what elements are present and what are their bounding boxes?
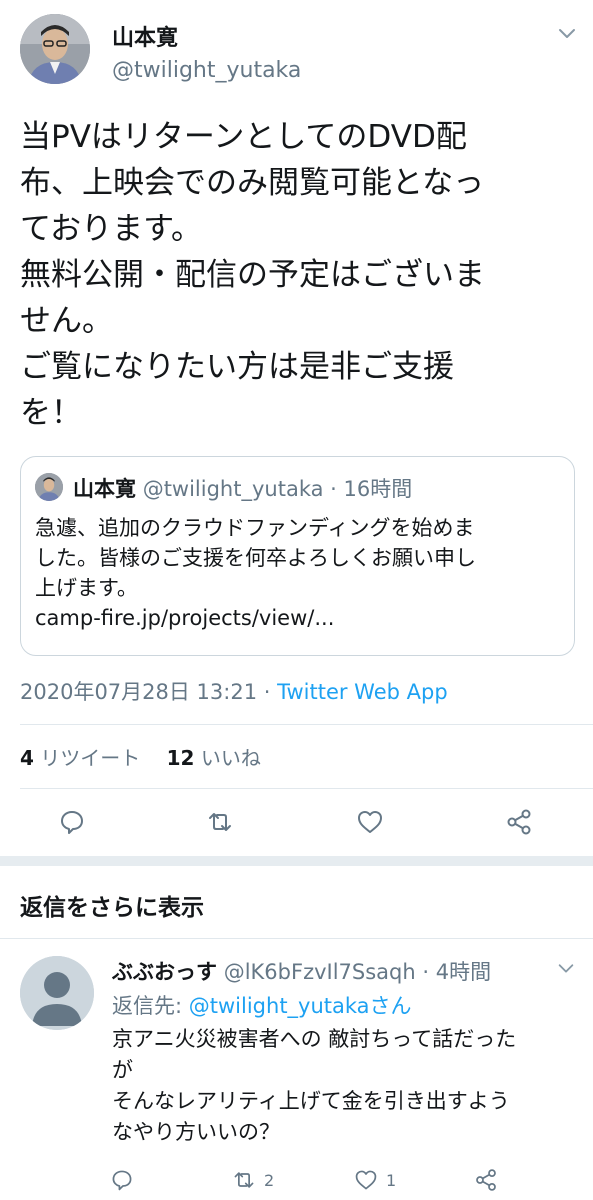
reply-like-count: 1 [386, 1170, 397, 1190]
chevron-down-icon[interactable] [556, 22, 578, 44]
retweet-icon[interactable] [206, 808, 234, 836]
like-label[interactable]: いいね [201, 746, 261, 770]
tweet-text-line: 無料公開・配信の予定はございま [20, 257, 485, 293]
tweet-text-line: ております。 [20, 211, 202, 247]
quoted-text-line: 上げます。 [35, 576, 138, 600]
divider [20, 788, 593, 789]
tweet-text-line: 布、上映会でのみ閲覧可能となっ [20, 165, 485, 201]
reply-text-line: 京アニ火災被害者への 敵討ちって話だった [112, 1027, 517, 1051]
like-icon [355, 1170, 377, 1190]
more-replies-link[interactable]: 返信をさらに表示 [20, 888, 204, 922]
reply-to: 返信先: @twilight_yutakaさん [112, 990, 412, 1020]
quoted-tweet-text: 急遽、追加のクラウドファンディングを始めま した。皆様のご支援を何卒よろしくお願… [35, 513, 565, 633]
reply-header: ぶぶおっす @lK6bFzvIl7Ssaqh · 4時間 [112, 956, 491, 986]
share-icon [476, 1169, 496, 1191]
default-avatar-icon[interactable] [20, 956, 94, 1030]
tweet-header: 山本寛 @twilight_yutaka [0, 0, 593, 110]
tweet-action-bar [0, 808, 593, 838]
reply-retweet-count: 2 [264, 1170, 275, 1190]
reply-author-name[interactable]: ぶぶおっす [112, 960, 217, 984]
reply-to-handle[interactable]: @twilight_yutakaさん [189, 994, 412, 1018]
reply-to-label: 返信先: [112, 994, 189, 1018]
tweet-text-line: ご覧になりたい方は是非ご支援 [20, 349, 454, 385]
tweet-stats: 4 リツイート 12 いいね [20, 742, 281, 771]
reply-text-line: が [112, 1058, 133, 1082]
reply-reply-button[interactable] [110, 1168, 134, 1192]
tweet-text-line: 当PVはリターンとしてのDVD配 [20, 119, 467, 155]
tweet-text: 当PVはリターンとしてのDVD配 布、上映会でのみ閲覧可能となっ ております。 … [20, 114, 575, 436]
reply-text: 京アニ火災被害者への 敵討ちって話だった が そんなレアリティ上げて金を引き出す… [112, 1024, 582, 1148]
author-name[interactable]: 山本寛 [112, 20, 178, 52]
tweet-text-line: せん。 [20, 303, 113, 339]
retweet-icon [234, 1172, 254, 1188]
reply-text-line: なやり方いいの？ [112, 1120, 280, 1144]
author-handle[interactable]: @twilight_yutaka [112, 58, 301, 83]
like-icon[interactable] [356, 808, 384, 836]
tweet-timestamp[interactable]: 2020年07月28日 13:21 · [20, 680, 277, 704]
reply-author-meta[interactable]: @lK6bFzvIl7Ssaqh · 4時間 [224, 960, 491, 984]
reply-icon[interactable] [58, 808, 86, 836]
author-avatar[interactable] [20, 14, 90, 84]
quoted-link[interactable]: camp-fire.jp/projects/view/... [35, 603, 565, 633]
tweet-timestamp-row: 2020年07月28日 13:21 · Twitter Web App [20, 676, 448, 706]
reply-icon [112, 1170, 132, 1191]
quoted-author-meta: @twilight_yutaka · 16時間 [142, 477, 413, 501]
chevron-down-icon[interactable] [556, 958, 576, 978]
retweet-label[interactable]: リツイート [40, 746, 140, 770]
quoted-author-name: 山本寛 [73, 477, 136, 501]
share-icon[interactable] [505, 808, 533, 836]
quoted-text-line: した。皆様のご支援を何卒よろしくお願い申し [35, 546, 476, 570]
quoted-tweet-header: 山本寛 @twilight_yutaka · 16時間 [73, 473, 412, 503]
tweet-source-link[interactable]: Twitter Web App [277, 680, 448, 704]
like-count[interactable]: 12 [167, 746, 195, 770]
retweet-count[interactable]: 4 [20, 746, 34, 770]
divider [20, 724, 593, 725]
reply-like-button[interactable]: 1 [354, 1168, 396, 1192]
section-separator [0, 856, 593, 866]
reply-text-line: そんなレアリティ上げて金を引き出すよう [112, 1089, 510, 1113]
quoted-text-line: 急遽、追加のクラウドファンディングを始めま [35, 516, 475, 540]
quoted-author-avatar [35, 473, 63, 501]
reply-share-button[interactable] [474, 1168, 498, 1192]
reply-retweet-button[interactable]: 2 [232, 1168, 274, 1192]
quoted-tweet-card[interactable]: 山本寛 @twilight_yutaka · 16時間 急遽、追加のクラウドファ… [20, 456, 575, 656]
divider [0, 938, 593, 939]
tweet-text-line: を！ [20, 395, 82, 431]
reply-action-bar: 2 1 [0, 1168, 593, 1194]
